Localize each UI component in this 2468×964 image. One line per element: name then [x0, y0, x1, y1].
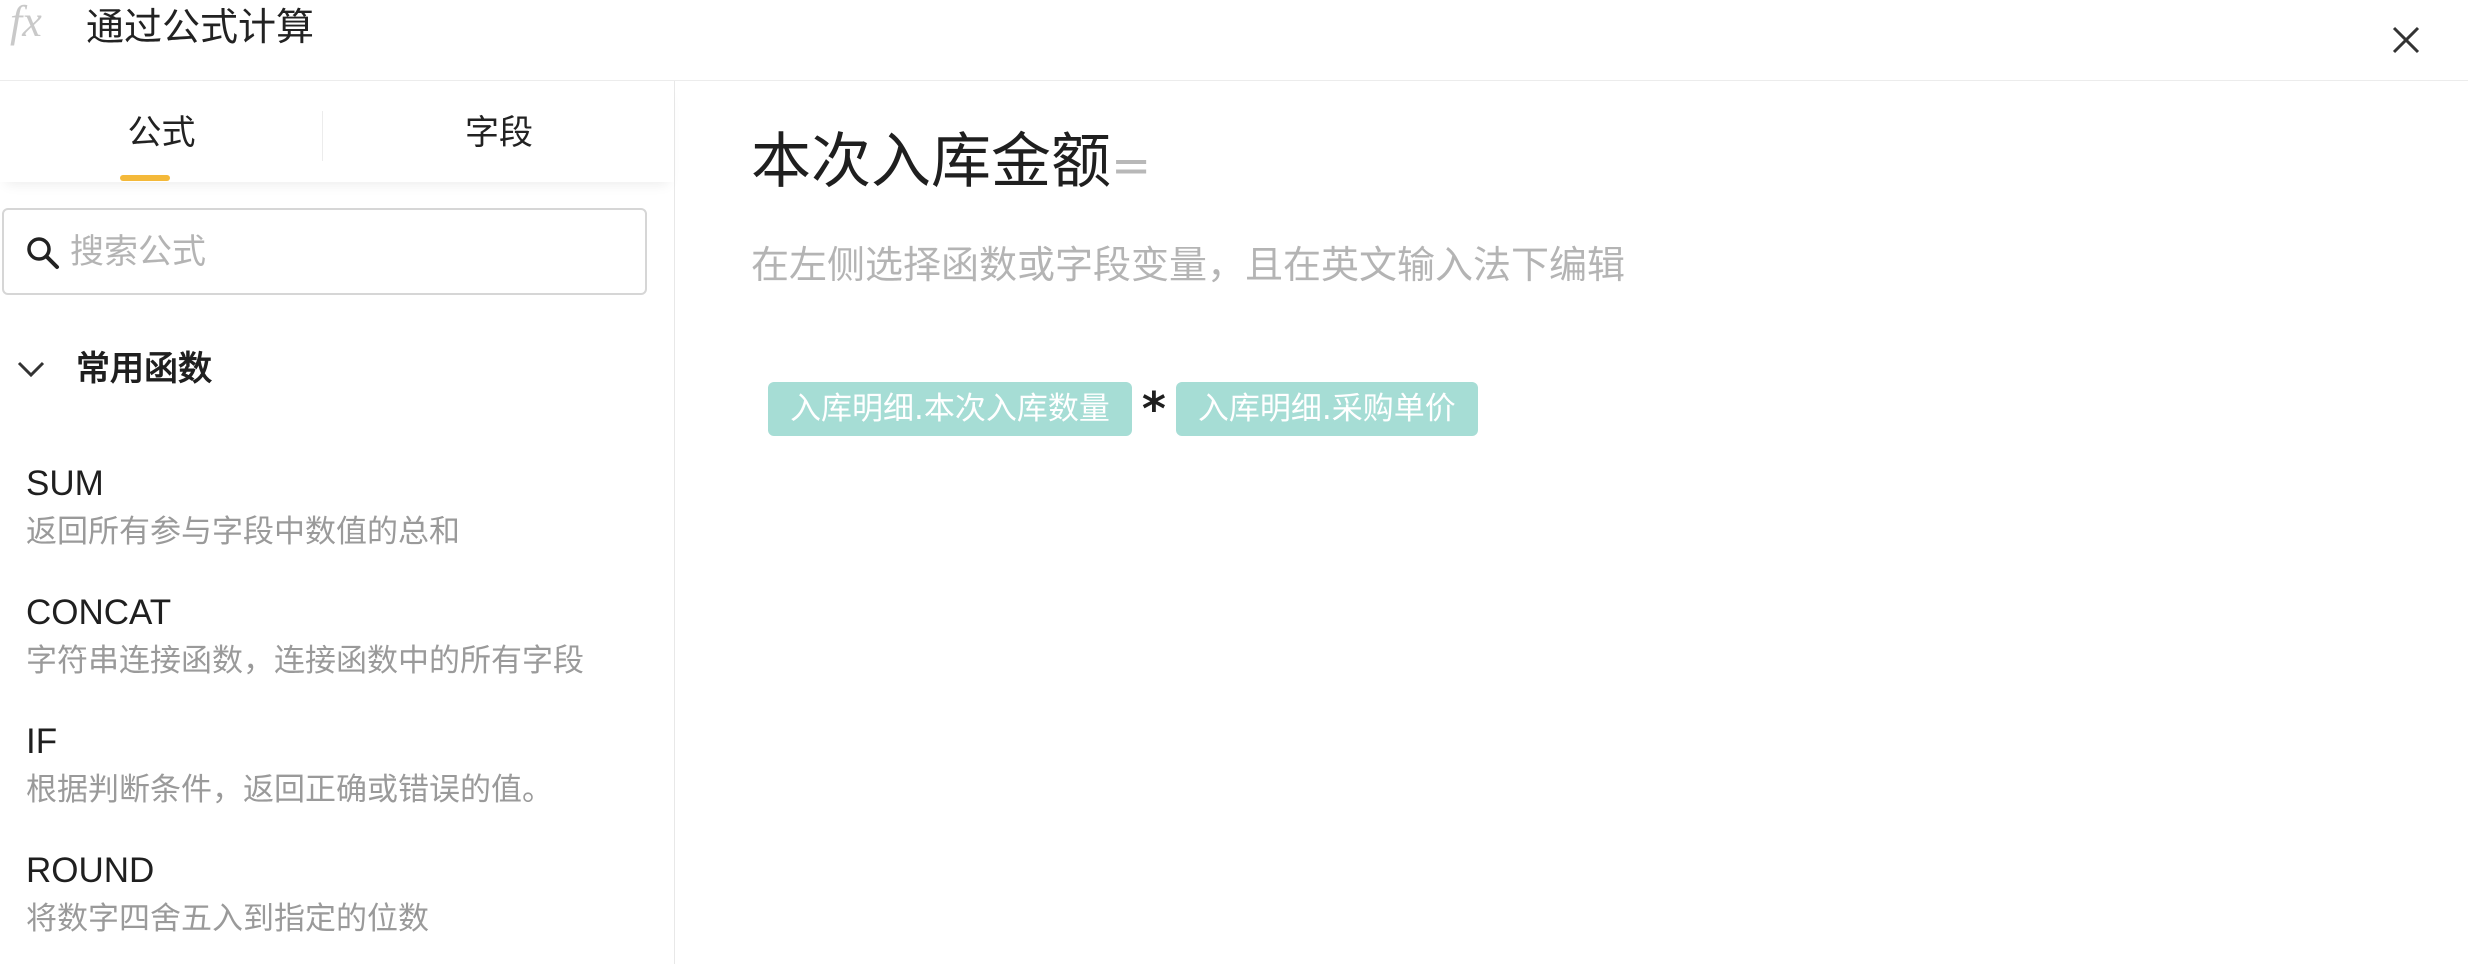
editor-hint: 在左侧选择函数或字段变量，且在英文输入法下编辑 [751, 243, 1626, 287]
dialog-header: fx 通过公式计算 [0, 0, 2468, 81]
function-sidebar: 公式 字段 常用函数 SUM 返回所有参与字段中数值的总和 CONCAT 字符串… [0, 81, 675, 964]
multiply-operator: * [1141, 382, 1166, 436]
function-description: 根据判断条件，返回正确或错误的值。 [26, 772, 553, 808]
close-icon[interactable] [2386, 20, 2426, 60]
function-name: ROUND [26, 851, 155, 890]
active-tab-indicator [120, 175, 170, 181]
function-description: 返回所有参与字段中数值的总和 [26, 514, 460, 550]
function-group-label: 常用函数 [76, 349, 212, 389]
formula-editor[interactable]: 本次入库金额= 在左侧选择函数或字段变量，且在英文输入法下编辑 入库明细.本次入… [676, 81, 2468, 964]
sidebar-tabs: 公式 字段 [0, 81, 674, 182]
function-fx-icon: fx [10, 0, 42, 46]
search-box[interactable] [2, 208, 647, 295]
function-name: SUM [26, 464, 104, 503]
function-item-concat[interactable]: CONCAT 字符串连接函数，连接函数中的所有字段 [0, 591, 675, 709]
search-input[interactable] [70, 212, 630, 292]
target-field-label: 本次入库金额 [751, 127, 1111, 197]
function-item-sum[interactable]: SUM 返回所有参与字段中数值的总和 [0, 462, 675, 580]
field-chip-quantity[interactable]: 入库明细.本次入库数量 [768, 382, 1132, 436]
function-description: 字符串连接函数，连接函数中的所有字段 [26, 643, 584, 679]
function-group-header[interactable]: 常用函数 [0, 344, 675, 400]
function-item-if[interactable]: IF 根据判断条件，返回正确或错误的值。 [0, 720, 675, 838]
function-name: CONCAT [26, 593, 172, 632]
function-item-round[interactable]: ROUND 将数字四舍五入到指定的位数 [0, 849, 675, 964]
target-field-name: 本次入库金额= [751, 119, 1151, 209]
svg-text:fx: fx [10, 0, 42, 46]
tab-field[interactable]: 字段 [323, 81, 675, 182]
formula-expression[interactable]: 入库明细.本次入库数量 * 入库明细.采购单价 [768, 382, 1478, 436]
function-description: 将数字四舍五入到指定的位数 [26, 901, 429, 937]
search-icon [27, 237, 59, 269]
dialog-title: 通过公式计算 [86, 5, 315, 49]
chevron-down-icon [17, 361, 45, 378]
field-chip-unit-price[interactable]: 入库明细.采购单价 [1175, 382, 1478, 436]
equals-sign: = [1111, 138, 1152, 194]
function-name: IF [26, 722, 58, 761]
tab-formula[interactable]: 公式 [0, 81, 323, 182]
